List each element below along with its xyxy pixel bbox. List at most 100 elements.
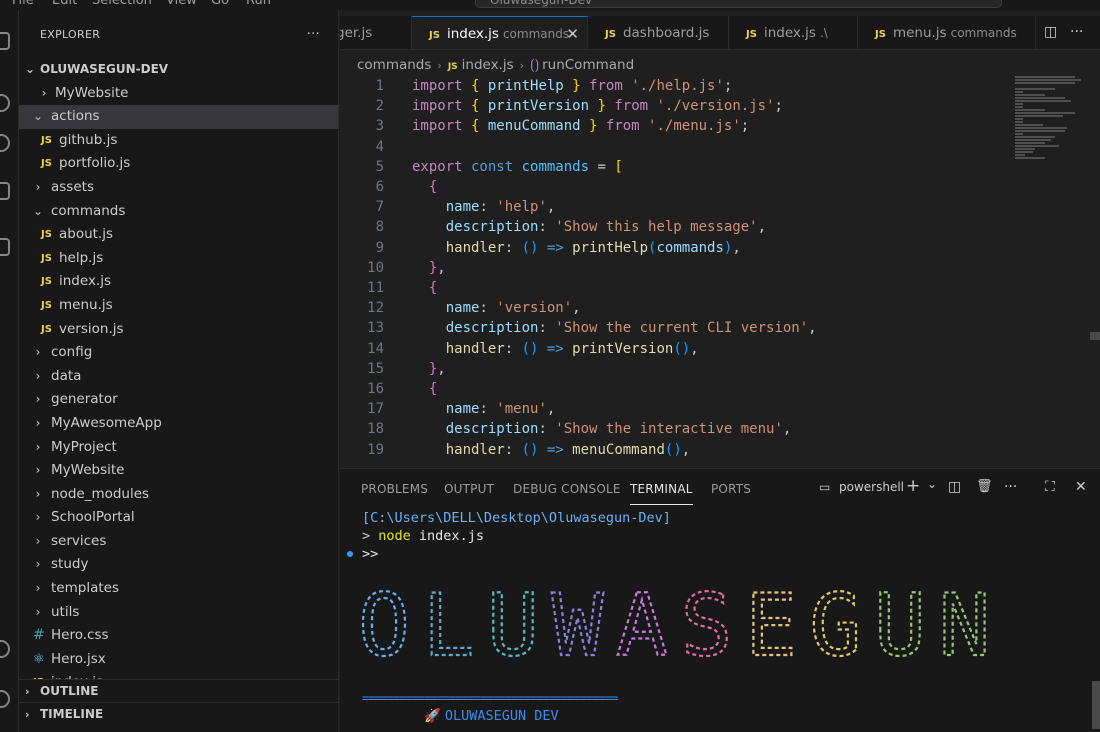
chevron-right-icon: › [35, 510, 41, 525]
folder-item[interactable]: › MyWebsite [19, 459, 338, 483]
breadcrumb-folder[interactable]: commands [357, 57, 431, 73]
folder-item[interactable]: › templates [19, 577, 338, 601]
tab-dashboard-js[interactable]: JS dashboard.js [588, 16, 729, 49]
menu-item-view[interactable]: View [166, 0, 197, 8]
account-icon[interactable] [0, 640, 10, 658]
code-token: handler [445, 239, 505, 256]
panel-tab-terminal[interactable]: TERMINAL [630, 473, 693, 505]
folder-item[interactable]: › MyAwesomeApp [19, 412, 338, 436]
code-editor[interactable]: 1 import { printHelp } from './help.js'; 2… [340, 76, 1100, 466]
close-icon[interactable]: ✕ [566, 17, 579, 49]
breadcrumb-symbol[interactable]: runCommand [542, 57, 634, 73]
breadcrumb-file[interactable]: index.js [462, 57, 514, 73]
folder-item[interactable]: › node_modules [19, 483, 338, 507]
add-terminal-icon[interactable]: + [906, 476, 920, 496]
tree-item-label: utils [51, 603, 80, 620]
folder-item[interactable]: ⌄ commands [19, 200, 338, 224]
extensions-icon[interactable] [0, 238, 10, 256]
folder-item[interactable]: ⌄ actions [19, 105, 338, 129]
scrollbar-thumb[interactable] [1090, 332, 1100, 340]
folder-item[interactable]: › config [19, 341, 338, 365]
tab-ger-js[interactable]: ger.js [340, 16, 412, 49]
tree-item-label: services [51, 532, 107, 549]
menu-item-go[interactable]: Go [211, 0, 229, 8]
folder-item[interactable]: › services [19, 530, 338, 554]
tree-item-label: Hero.css [51, 627, 109, 644]
code-token: , [572, 300, 581, 317]
js-file-icon: JS [41, 252, 52, 264]
folder-item[interactable]: › utils [19, 601, 338, 625]
tab-index-js[interactable]: JS index.js .\ [729, 16, 858, 49]
file-item[interactable]: JS version.js [19, 318, 338, 342]
menu-item-file[interactable]: File [12, 0, 34, 8]
outline-section[interactable]: › OUTLINE [19, 679, 338, 702]
close-panel-icon[interactable]: ✕ [1075, 479, 1087, 495]
split-editor-icon[interactable]: ◫ [1044, 24, 1057, 40]
explorer-more-icon[interactable]: ··· [307, 27, 320, 42]
more-actions-icon[interactable]: ··· [1070, 24, 1083, 40]
code-token: 'help' [496, 199, 547, 216]
command-center-search[interactable]: Oluwasegun-Dev [475, 0, 1002, 8]
chevron-down-icon: ⌄ [32, 109, 44, 124]
run-debug-icon[interactable] [0, 182, 10, 200]
panel-tab-ports[interactable]: PORTS [711, 469, 751, 507]
code-token: { [428, 179, 438, 195]
gear-icon[interactable] [0, 690, 10, 708]
code-token: from [605, 98, 649, 115]
editor-scrollbar[interactable] [1090, 80, 1100, 466]
file-item[interactable]: JS help.js [19, 247, 338, 271]
workspace-root[interactable]: ⌄ OLUWASEGUN-DEV [19, 58, 338, 82]
line-number: 12 [367, 300, 384, 317]
code-token: import [412, 118, 463, 135]
terminal-shell-name[interactable]: powershell [839, 480, 904, 494]
folder-item[interactable]: › generator [19, 388, 338, 412]
code-token: 'Show the interactive menu' [555, 421, 783, 438]
panel-tab-debug-console[interactable]: DEBUG CONSOLE [513, 469, 621, 507]
scrollbar-thumb[interactable] [1092, 681, 1100, 729]
file-item[interactable]: JS github.js [19, 129, 338, 153]
folder-item[interactable]: › MyProject [19, 436, 338, 460]
file-item[interactable]: JS about.js [19, 223, 338, 247]
panel-tab-problems[interactable]: PROBLEMS [361, 469, 428, 507]
js-file-icon: JS [41, 158, 52, 170]
folder-item[interactable]: › data [19, 365, 338, 389]
tab-menu-js[interactable]: JS menu.js commands [858, 16, 1036, 49]
more-actions-icon[interactable]: ··· [1004, 479, 1017, 495]
search-icon[interactable] [0, 94, 10, 112]
chevron-right-icon: › [25, 685, 30, 698]
minimap-line [1015, 94, 1045, 96]
line-number: 13 [367, 320, 384, 337]
folder-item[interactable]: › MyWebsite [19, 82, 338, 106]
code-text: name: 'help', [412, 197, 556, 217]
source-control-icon[interactable] [0, 134, 10, 152]
panel-tab-output[interactable]: OUTPUT [444, 469, 494, 507]
code-text: description: 'Show the interactive menu'… [412, 419, 792, 439]
code-token: './help.js' [622, 78, 724, 94]
menu-item-run[interactable]: Run [246, 0, 271, 8]
terminal-scrollbar[interactable] [1090, 521, 1100, 732]
menu-item-edit[interactable]: Edit [52, 0, 77, 8]
trash-icon[interactable]: 🗑 [976, 479, 993, 494]
file-item[interactable]: JS menu.js [19, 294, 338, 318]
command-decoration-icon[interactable] [347, 551, 353, 557]
menu-item-selection[interactable]: Selection [92, 0, 152, 8]
split-terminal-icon[interactable]: ◫ [948, 479, 961, 495]
terminal[interactable]: [C:\Users\DELL\Desktop\Oluwasegun-Dev] >… [340, 507, 1100, 732]
maximize-panel-icon[interactable]: ⛶ [1045, 479, 1055, 495]
line-number: 9 [375, 239, 384, 256]
file-item[interactable]: JS portfolio.js [19, 152, 338, 176]
minimap[interactable] [1013, 76, 1093, 166]
file-item[interactable]: # Hero.css [19, 624, 338, 648]
folder-item[interactable]: › SchoolPortal [19, 506, 338, 530]
tab-index-js[interactable]: JS index.js commands ✕ [412, 16, 588, 49]
timeline-section[interactable]: › TIMELINE [19, 702, 338, 725]
code-token: : [504, 340, 522, 357]
folder-item[interactable]: › study [19, 553, 338, 577]
file-item[interactable]: JS index.js [19, 270, 338, 294]
explorer-icon[interactable] [0, 32, 10, 50]
folder-item[interactable]: › assets [19, 176, 338, 200]
file-item[interactable]: ⚛ Hero.jsx [19, 648, 338, 672]
chevron-down-icon[interactable]: ⌄ [927, 477, 937, 491]
